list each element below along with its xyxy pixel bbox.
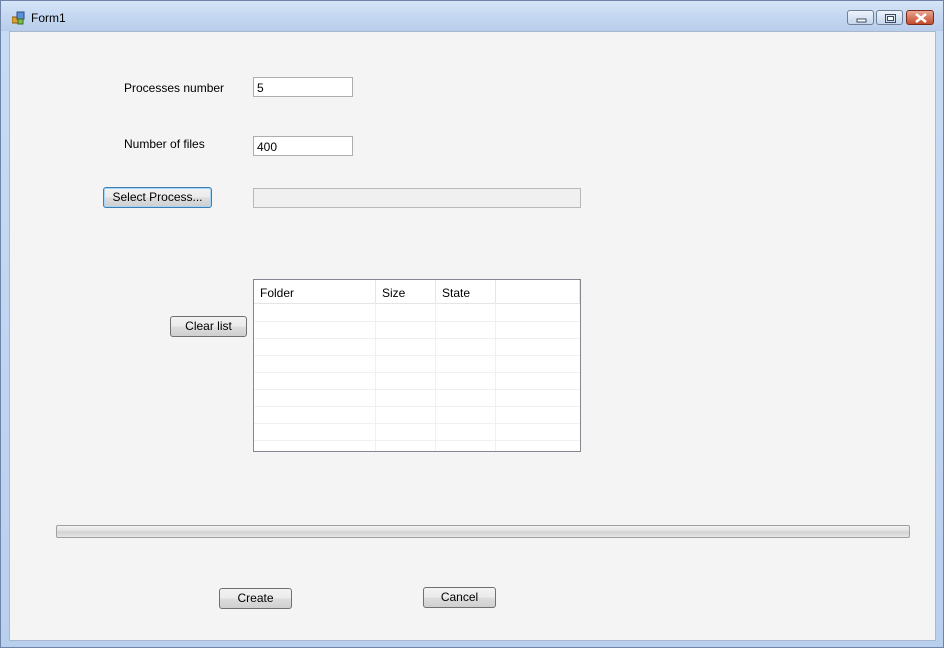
- clear-list-button[interactable]: Clear list: [170, 316, 247, 337]
- minimize-icon: [856, 18, 867, 23]
- minimize-button[interactable]: [847, 10, 874, 25]
- main-window: Form1 Processes number 5 Number of files…: [0, 0, 944, 648]
- number-of-files-input[interactable]: 400: [253, 136, 353, 156]
- app-icon: [11, 11, 26, 25]
- grid-line: [375, 303, 376, 451]
- column-header-filler: [496, 280, 580, 303]
- maximize-button[interactable]: [876, 10, 903, 25]
- cancel-button[interactable]: Cancel: [423, 587, 496, 608]
- grid-line: [254, 321, 580, 322]
- grid-line: [435, 303, 436, 451]
- grid-line: [254, 406, 580, 407]
- window-title: Form1: [31, 11, 66, 25]
- title-bar[interactable]: Form1: [1, 1, 943, 31]
- grid-line: [495, 303, 496, 451]
- create-button[interactable]: Create: [219, 588, 292, 609]
- processes-number-label: Processes number: [124, 81, 225, 95]
- processes-number-input[interactable]: 5: [253, 77, 353, 97]
- grid-line: [254, 440, 580, 441]
- progress-bar: [56, 525, 910, 538]
- close-button[interactable]: [906, 10, 934, 25]
- list-header: Folder Size State: [254, 280, 580, 304]
- grid-line: [254, 338, 580, 339]
- number-of-files-label: Number of files: [124, 137, 205, 151]
- grid-line: [254, 372, 580, 373]
- close-icon: [915, 13, 927, 23]
- column-header-folder[interactable]: Folder: [254, 280, 376, 303]
- restore-icon: [885, 14, 896, 23]
- select-process-button[interactable]: Select Process...: [103, 187, 212, 208]
- grid-line: [254, 423, 580, 424]
- form-client-area: Processes number 5 Number of files 400 S…: [9, 31, 936, 641]
- folder-list-view[interactable]: Folder Size State: [253, 279, 581, 452]
- grid-line: [254, 355, 580, 356]
- column-header-size[interactable]: Size: [376, 280, 436, 303]
- grid-line: [254, 389, 580, 390]
- selected-process-field[interactable]: [253, 188, 581, 208]
- column-header-state[interactable]: State: [436, 280, 496, 303]
